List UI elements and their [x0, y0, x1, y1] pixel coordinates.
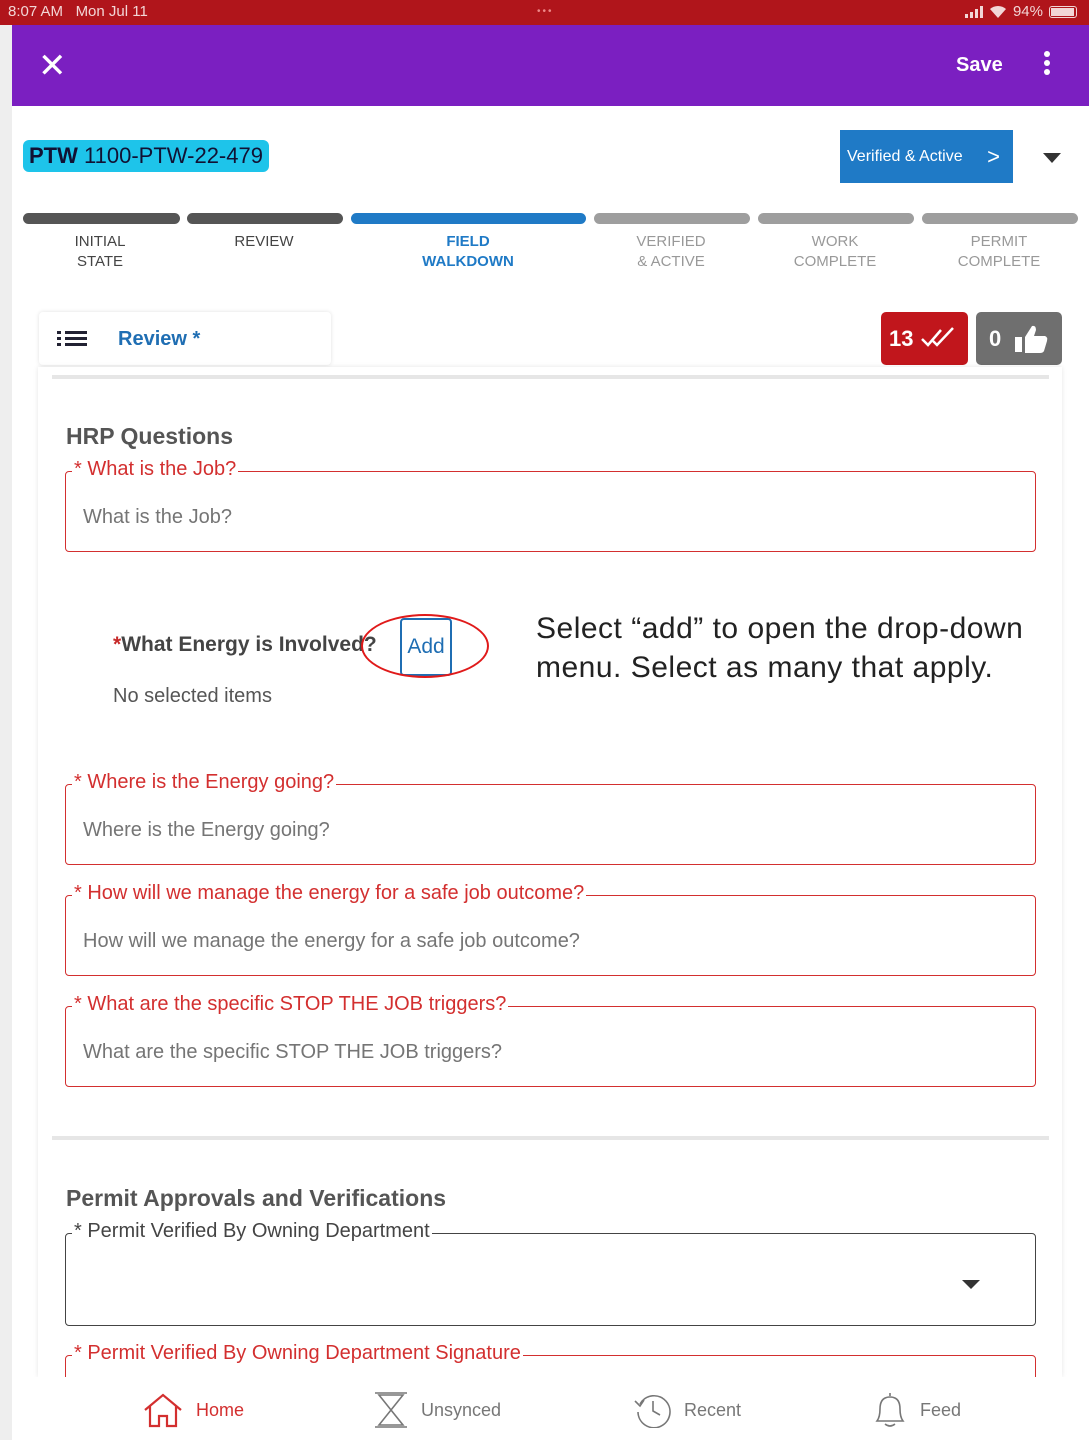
permit-prefix: PTW [29, 143, 78, 168]
chevron-right-icon: > [987, 144, 1000, 169]
step-bar-work-complete [758, 213, 914, 224]
step-label-line2: & ACTIVE [637, 253, 705, 270]
hrp-section-title: HRP Questions [66, 423, 233, 449]
bottom-navigation: Home Unsynced Recent Feed [12, 1377, 1089, 1440]
history-icon [634, 1394, 671, 1428]
state-dropdown-button[interactable] [1025, 130, 1078, 183]
status-date: Mon Jul 11 [75, 3, 148, 20]
step-label-line2: STATE [76, 253, 124, 270]
double-check-icon [921, 327, 954, 347]
nav-feed-label: Feed [920, 1399, 962, 1420]
app-header: ✕ Save [12, 25, 1089, 106]
nav-unsynced[interactable]: Unsynced [373, 1390, 501, 1430]
required-star: * [113, 633, 122, 656]
status-bar: 8:07 AM Mon Jul 11 ••• 94% [0, 0, 1089, 25]
job-input[interactable] [83, 506, 956, 529]
state-transition-button[interactable]: Verified & Active > [840, 130, 1013, 183]
save-button[interactable]: Save [956, 54, 1003, 77]
nav-recent[interactable]: Recent [632, 1390, 741, 1430]
step-review[interactable]: REVIEW [183, 232, 345, 252]
step-bar-verified-active [594, 213, 750, 224]
nav-home-label: Home [196, 1399, 245, 1420]
battery-percent: 94% [1012, 3, 1043, 20]
step-label-line2: COMPLETE [957, 253, 1041, 270]
thumbs-up-icon [1015, 325, 1048, 353]
likes-badge[interactable]: 0 [976, 312, 1062, 365]
likes-count: 0 [989, 326, 1002, 351]
manage-input[interactable] [83, 930, 956, 953]
where-energy-field[interactable]: * Where is the Energy going? [65, 771, 1036, 865]
add-energy-button[interactable]: Add [400, 618, 452, 676]
review-tab-label: Review * [118, 328, 201, 350]
step-bar-review [187, 213, 343, 224]
manage-field-label: * How will we manage the energy for a sa… [72, 882, 587, 905]
step-field-walkdown[interactable]: FIELD WALKDOWN [387, 232, 549, 272]
step-bar-permit-complete [922, 213, 1078, 224]
approvals-section-title: Permit Approvals and Verifications [66, 1185, 447, 1211]
step-label-line1: INITIAL [74, 233, 126, 250]
status-time: 8:07 AM Mon Jul 11 [8, 3, 148, 20]
step-permit-complete[interactable]: PERMIT COMPLETE [918, 232, 1080, 272]
section-divider [52, 1136, 1049, 1140]
step-label-line2: WALKDOWN [422, 253, 514, 270]
signature-field-label: * Permit Verified By Owning Department S… [72, 1342, 523, 1365]
review-section-tab[interactable]: Review * [39, 312, 331, 365]
energy-label-text: What Energy is Involved? [121, 633, 377, 656]
energy-field-label: *What Energy is Involved? [113, 633, 377, 657]
step-work-complete[interactable]: WORK COMPLETE [754, 232, 916, 272]
checks-count: 13 [889, 326, 914, 351]
close-icon[interactable]: ✕ [38, 43, 67, 89]
job-field[interactable]: * What is the Job? [65, 458, 1036, 552]
nav-home[interactable]: Home [142, 1390, 244, 1430]
step-label-line1: WORK [811, 233, 859, 250]
step-label-line1: VERIFIED [636, 233, 706, 250]
hourglass-icon [375, 1392, 407, 1428]
dropdown-arrow-icon [962, 1280, 980, 1289]
permit-id-badge: PTW 1100-PTW-22-479 [23, 140, 269, 172]
permit-verified-select[interactable]: * Permit Verified By Owning Department [65, 1220, 1036, 1326]
step-bar-initial-state [23, 213, 180, 224]
step-label-line1: PERMIT [970, 233, 1028, 250]
status-right: 94% [964, 3, 1077, 20]
manage-energy-field[interactable]: * How will we manage the energy for a sa… [65, 882, 1036, 976]
left-edge [0, 25, 12, 1440]
stop-field-label: * What are the specific STOP THE JOB tri… [72, 993, 509, 1016]
wifi-icon [989, 5, 1006, 18]
list-icon [57, 331, 87, 347]
step-initial-state[interactable]: INITIAL STATE [19, 232, 181, 272]
permit-verified-label: * Permit Verified By Owning Department [72, 1220, 432, 1243]
instruction-annotation: Select “add” to open the drop-down menu.… [536, 612, 1024, 684]
no-selected-items-text: No selected items [113, 685, 272, 707]
nav-feed[interactable]: Feed [872, 1390, 961, 1430]
step-label-line2: COMPLETE [793, 253, 877, 270]
state-button-label: Verified & Active [847, 148, 963, 165]
stop-triggers-field[interactable]: * What are the specific STOP THE JOB tri… [65, 993, 1036, 1087]
bell-icon [875, 1393, 905, 1427]
section-divider [52, 375, 1049, 379]
step-bar-field-walkdown [351, 213, 586, 224]
step-label-line1: FIELD [446, 233, 490, 250]
permit-number: 1100-PTW-22-479 [84, 143, 263, 168]
step-label-line1: REVIEW [234, 233, 294, 250]
where-input[interactable] [83, 819, 956, 842]
checks-badge[interactable]: 13 [881, 312, 968, 365]
where-field-label: * Where is the Energy going? [72, 771, 337, 794]
form-card: HRP Questions * What is the Job? *What E… [38, 367, 1062, 1415]
nav-recent-label: Recent [684, 1399, 742, 1420]
status-time-text: 8:07 AM [8, 3, 64, 20]
step-verified-active[interactable]: VERIFIED & ACTIVE [590, 232, 752, 272]
job-field-label: * What is the Job? [72, 458, 239, 481]
kebab-menu-icon[interactable] [1037, 51, 1057, 81]
home-icon [144, 1393, 182, 1428]
stop-input[interactable] [83, 1041, 956, 1064]
cellular-signal-icon [964, 5, 983, 18]
battery-icon [1049, 5, 1077, 18]
multitask-dots-icon: ••• [537, 6, 554, 17]
nav-unsynced-label: Unsynced [421, 1399, 502, 1420]
